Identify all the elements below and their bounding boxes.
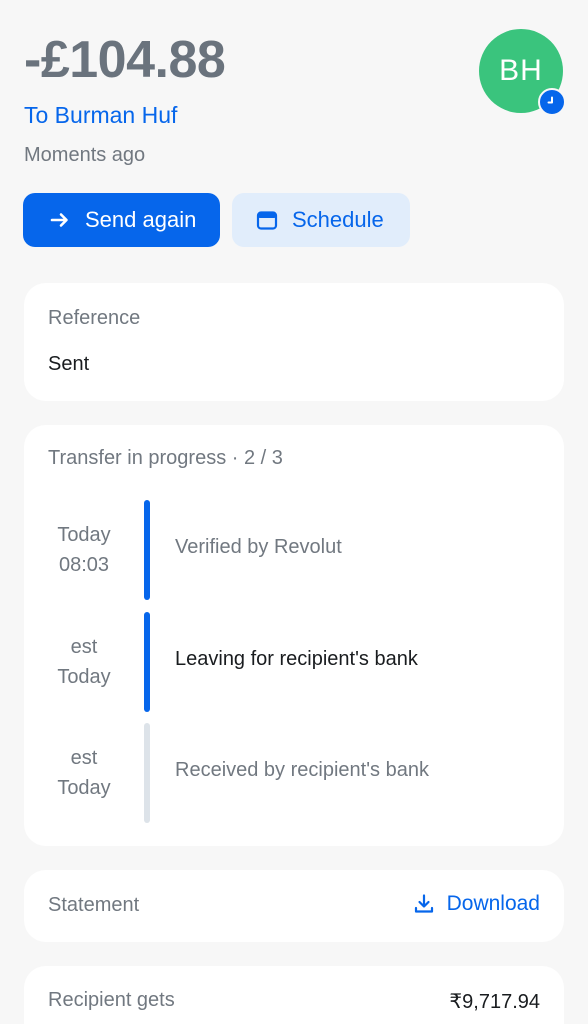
calendar-icon bbox=[256, 209, 278, 231]
progress-step-verified: Today 08:03 Verified by Revolut bbox=[24, 500, 564, 600]
reference-card: Reference Sent bbox=[24, 283, 564, 401]
recipient-gets-value: ₹9,717.94 bbox=[449, 991, 540, 1013]
step-time-line1: Today bbox=[57, 524, 111, 546]
step-time: est Today bbox=[34, 743, 134, 803]
step-label: Verified by Revolut bbox=[175, 536, 342, 558]
step-progress-bar bbox=[144, 612, 150, 712]
step-time-line2: Today bbox=[57, 666, 111, 688]
recipient-link[interactable]: To Burman Huf bbox=[24, 100, 177, 130]
step-time: Today 08:03 bbox=[34, 520, 134, 580]
step-time-line1: est bbox=[70, 747, 98, 769]
send-again-label: Send again bbox=[85, 207, 197, 232]
recipient-gets-label: Recipient gets bbox=[48, 989, 175, 1011]
arrow-right-icon bbox=[49, 209, 71, 231]
download-label: Download bbox=[446, 892, 540, 915]
progress-step-leaving: est Today Leaving for recipient's bank bbox=[24, 612, 564, 712]
statement-card: Statement Download bbox=[24, 870, 564, 942]
send-again-button[interactable]: Send again bbox=[23, 193, 220, 247]
progress-title: Transfer in progress · 2 / 3 bbox=[48, 447, 283, 469]
step-progress-bar bbox=[144, 723, 150, 823]
download-statement-button[interactable]: Download bbox=[413, 892, 540, 916]
step-progress-bar bbox=[144, 500, 150, 600]
step-time-line2: Today bbox=[57, 777, 111, 799]
progress-step-received: est Today Received by recipient's bank bbox=[24, 723, 564, 823]
statement-label: Statement bbox=[48, 894, 140, 916]
transaction-time: Moments ago bbox=[24, 144, 146, 166]
recipient-gets-card: Recipient gets ₹9,717.94 bbox=[24, 966, 564, 1024]
transaction-details-screen: -£104.88 To Burman Huf Moments ago BH Se… bbox=[0, 0, 588, 1024]
download-icon bbox=[413, 893, 435, 915]
reference-label: Reference bbox=[48, 307, 141, 329]
step-time-line1: est bbox=[70, 636, 98, 658]
transaction-amount: -£104.88 bbox=[24, 31, 226, 89]
schedule-label: Schedule bbox=[292, 207, 384, 232]
step-label: Leaving for recipient's bank bbox=[175, 648, 418, 670]
schedule-button[interactable]: Schedule bbox=[232, 193, 410, 247]
step-label: Received by recipient's bank bbox=[175, 759, 429, 781]
avatar-initials: BH bbox=[499, 54, 543, 87]
clock-icon bbox=[538, 88, 566, 116]
reference-value: Sent bbox=[48, 353, 90, 375]
step-time: est Today bbox=[34, 632, 134, 692]
transfer-progress-card: Transfer in progress · 2 / 3 Today 08:03… bbox=[24, 425, 564, 846]
step-time-line2: 08:03 bbox=[58, 554, 110, 576]
